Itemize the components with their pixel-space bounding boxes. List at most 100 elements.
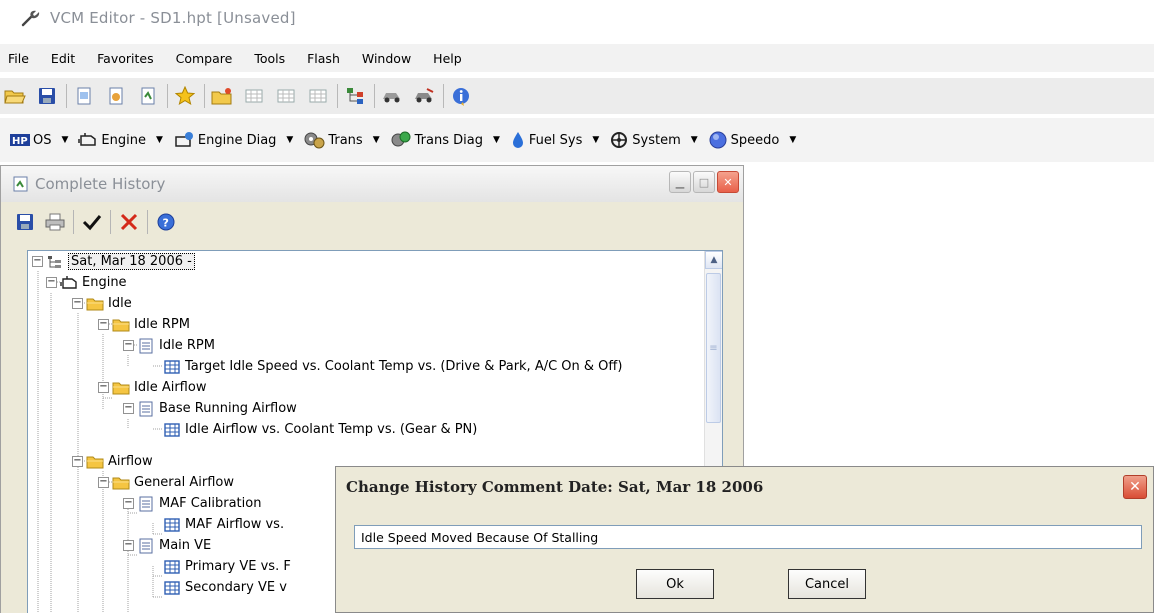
document-view-button[interactable] [71, 83, 97, 109]
close-button[interactable]: ✕ [717, 171, 739, 193]
collapse-toggle[interactable]: − [123, 498, 134, 509]
comment-input[interactable] [354, 525, 1142, 549]
app-title: VCM Editor - SD1.hpt [Unsaved] [50, 9, 296, 27]
collapse-toggle[interactable]: − [72, 456, 83, 467]
table-icon [164, 359, 180, 374]
document-compare-button[interactable] [103, 83, 129, 109]
dialog-close-button[interactable]: ✕ [1123, 475, 1147, 499]
dialog-titlebar[interactable]: Change History Comment Date: Sat, Mar 18… [336, 467, 1153, 507]
chevron-down-icon[interactable]: ▼ [286, 135, 293, 145]
menu-file[interactable]: File [8, 51, 29, 66]
chevron-down-icon[interactable]: ▼ [691, 135, 698, 145]
tree-node-engine[interactable]: − Engine [46, 272, 127, 293]
collapse-toggle[interactable]: − [46, 277, 57, 288]
tree-node-base-running-airflow[interactable]: − Base Running Airflow [123, 398, 297, 419]
menu-tools[interactable]: Tools [254, 51, 285, 66]
save-button[interactable] [34, 83, 60, 109]
category-trans[interactable]: Trans ▼ [303, 131, 380, 149]
save-floppy-icon [39, 88, 55, 104]
history-tree-icon [48, 255, 61, 268]
tree-node-maf-calibration[interactable]: − MAF Calibration [123, 493, 261, 514]
category-fuel-sys[interactable]: Fuel Sys ▼ [510, 131, 599, 149]
tree-view-button[interactable] [342, 83, 368, 109]
history-delete-button[interactable] [117, 210, 141, 234]
chevron-down-icon[interactable]: ▼ [156, 135, 163, 145]
minimize-button[interactable]: ▁ [669, 171, 691, 193]
collapse-toggle[interactable]: − [123, 403, 134, 414]
folder-icon [86, 298, 104, 310]
category-trans-diag[interactable]: Trans Diag ▼ [390, 131, 500, 149]
chevron-down-icon[interactable]: ▼ [789, 135, 796, 145]
tree-node-secondary-ve-table[interactable]: Secondary VE v [160, 577, 287, 598]
menu-help[interactable]: Help [433, 51, 462, 66]
history-window-titlebar[interactable]: Complete History [1, 166, 743, 202]
menu-flash[interactable]: Flash [307, 51, 340, 66]
history-help-button[interactable]: ? [154, 210, 178, 234]
tree-node-label: Sat, Mar 18 2006 - [68, 253, 195, 270]
tree-node-idle-airflow-table[interactable]: Idle Airflow vs. Coolant Temp vs. (Gear … [160, 419, 477, 440]
tree-node-history-date[interactable]: − Sat, Mar 18 2006 - [32, 251, 195, 272]
tree-node-label: Engine [82, 275, 127, 290]
collapse-toggle[interactable]: − [98, 382, 109, 393]
toolbar-separator [443, 84, 444, 108]
document-history-button[interactable] [135, 83, 161, 109]
scroll-up-button[interactable]: ▲ [705, 251, 722, 269]
tree-node-primary-ve-table[interactable]: Primary VE vs. F [160, 556, 291, 577]
tree-node-label: Airflow [108, 454, 153, 469]
folder-icon [112, 477, 130, 489]
table-history-button[interactable] [305, 83, 331, 109]
tree-node-idle-rpm-doc[interactable]: − Idle RPM [123, 335, 215, 356]
tree-node-idle[interactable]: − Idle [72, 293, 132, 314]
menu-window[interactable]: Window [362, 51, 411, 66]
collapse-toggle[interactable]: − [98, 319, 109, 330]
history-accept-button[interactable] [80, 210, 104, 234]
menu-compare[interactable]: Compare [176, 51, 233, 66]
table-view-button[interactable] [241, 83, 267, 109]
open-folder-button[interactable] [2, 83, 28, 109]
history-save-button[interactable] [13, 210, 37, 234]
read-vehicle-button[interactable] [379, 83, 405, 109]
help-icon: ? [157, 213, 175, 231]
car-write-icon [415, 88, 434, 103]
system-wheel-icon [611, 132, 628, 148]
chevron-down-icon[interactable]: ▼ [592, 135, 599, 145]
maximize-button[interactable]: □ [693, 171, 715, 193]
chevron-down-icon[interactable]: ▼ [493, 135, 500, 145]
category-speedo[interactable]: Speedo ▼ [708, 130, 796, 150]
collapse-toggle[interactable]: − [32, 256, 43, 267]
category-system[interactable]: System ▼ [609, 131, 698, 149]
write-vehicle-button[interactable] [411, 83, 437, 109]
toolbar-separator [167, 84, 168, 108]
collapse-toggle[interactable]: − [123, 540, 134, 551]
info-button[interactable] [448, 83, 474, 109]
engine-icon [78, 133, 97, 146]
cancel-button[interactable]: Cancel [788, 569, 866, 599]
printer-icon [45, 213, 65, 231]
category-engine[interactable]: Engine ▼ [78, 132, 163, 148]
table-grid-icon [245, 89, 263, 103]
tree-node-main-ve[interactable]: − Main VE [123, 535, 211, 556]
tree-node-airflow[interactable]: − Airflow [72, 451, 153, 472]
tree-node-idle-airflow-folder[interactable]: − Idle Airflow [98, 377, 206, 398]
tree-node-target-idle-speed[interactable]: Target Idle Speed vs. Coolant Temp vs. (… [160, 356, 622, 377]
tree-node-idle-rpm-folder[interactable]: − Idle RPM [98, 314, 190, 335]
menu-favorites[interactable]: Favorites [97, 51, 153, 66]
tree-node-general-airflow[interactable]: − General Airflow [98, 472, 234, 493]
category-os[interactable]: HP OS ▼ [10, 133, 68, 148]
chevron-down-icon[interactable]: ▼ [61, 135, 68, 145]
menu-edit[interactable]: Edit [51, 51, 75, 66]
tree-node-maf-airflow-table[interactable]: MAF Airflow vs. [160, 514, 284, 535]
chevron-down-icon[interactable]: ▼ [373, 135, 380, 145]
table-compare-button[interactable] [273, 83, 299, 109]
table-icon [164, 559, 180, 574]
new-tune-button[interactable] [209, 83, 235, 109]
history-print-button[interactable] [43, 210, 67, 234]
toolbar-separator [374, 84, 375, 108]
ok-button[interactable]: Ok [636, 569, 714, 599]
category-engine-diag[interactable]: Engine Diag ▼ [173, 131, 293, 149]
collapse-toggle[interactable]: − [98, 477, 109, 488]
collapse-toggle[interactable]: − [72, 298, 83, 309]
collapse-toggle[interactable]: − [123, 340, 134, 351]
scroll-thumb[interactable]: ≡ [706, 273, 721, 423]
favorites-button[interactable] [172, 83, 198, 109]
